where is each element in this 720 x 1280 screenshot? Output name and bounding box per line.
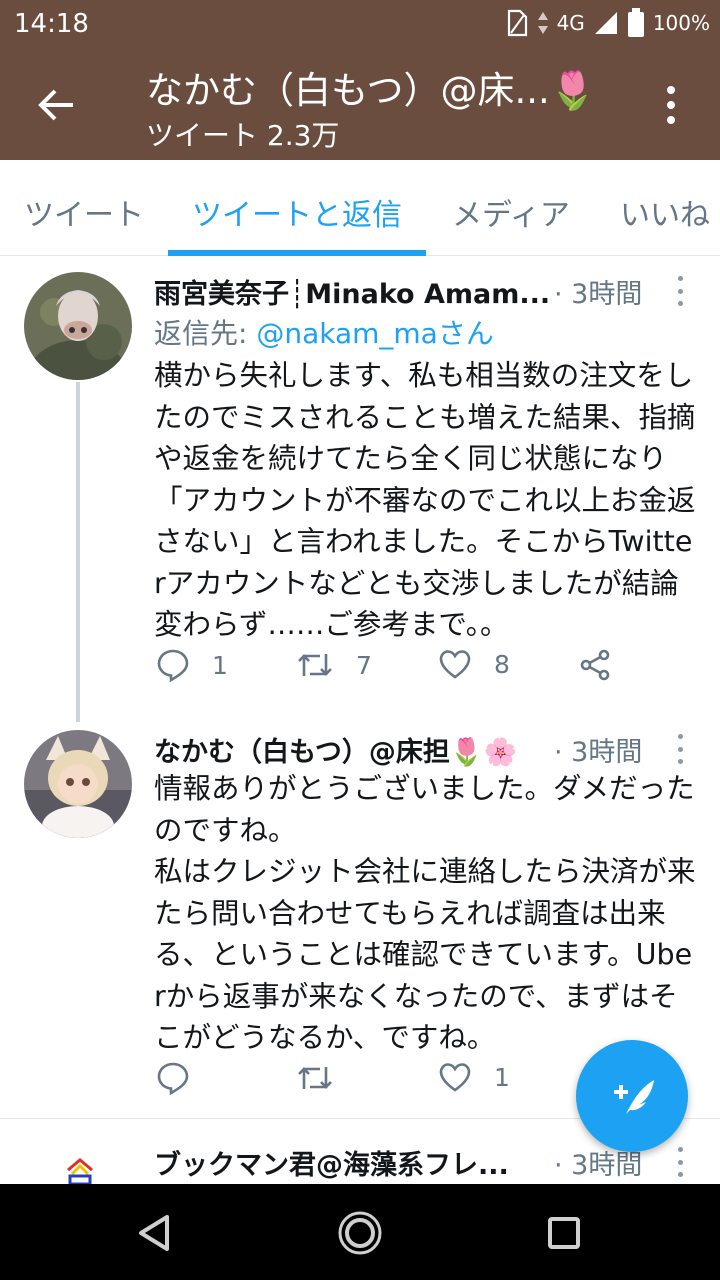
tweet-text: 横から失礼します、私も相当数の注文をしたのでミスされることも増えた結果、指摘や返… — [154, 359, 696, 641]
share-icon — [580, 649, 610, 681]
retweet-button[interactable] — [296, 1061, 356, 1095]
more-vert-icon — [677, 734, 683, 739]
more-vert-icon — [677, 276, 683, 281]
avatar[interactable] — [24, 272, 132, 380]
avatar[interactable] — [24, 730, 132, 838]
tweet-time: · 3時間 — [554, 279, 643, 310]
tweet-menu-button[interactable] — [670, 734, 690, 764]
back-button[interactable] — [28, 80, 84, 130]
nav-recents-icon — [548, 1217, 580, 1249]
tweet-menu-button[interactable] — [670, 1147, 690, 1177]
battery-icon — [627, 8, 644, 37]
tab-media[interactable]: メディア — [452, 190, 570, 234]
status-icons: 4G 100% — [505, 8, 710, 38]
tab-tweets-and-replies[interactable]: ツイートと返信 — [192, 190, 402, 234]
more-vert-icon — [677, 1147, 683, 1152]
like-count: 8 — [494, 649, 510, 679]
signal-icon — [594, 12, 617, 34]
reply-handle-link[interactable]: @nakam_maさん — [256, 317, 494, 350]
compose-icon — [614, 1080, 654, 1114]
reply-icon — [157, 649, 189, 682]
tweet-count: ツイート 2.3万 — [146, 119, 340, 152]
profile-title: なかむ（白もつ）@床...🌷 — [146, 69, 596, 112]
avatar[interactable] — [60, 1156, 100, 1184]
reply-count: 1 — [212, 650, 228, 680]
like-count: 1 — [494, 1062, 510, 1092]
tab-likes[interactable]: いいね — [620, 190, 710, 234]
reply-icon — [157, 1062, 189, 1095]
system-nav-bar — [0, 1184, 720, 1280]
sim-icon — [507, 9, 527, 37]
tweet-author-name[interactable]: ブックマン君@海藻系フレ... — [154, 1143, 509, 1182]
data-arrows-icon — [537, 12, 548, 34]
network-type: 4G — [556, 11, 585, 35]
retweet-count: 7 — [356, 650, 372, 680]
reply-button[interactable] — [156, 1061, 212, 1095]
retweet-icon — [298, 654, 332, 676]
nav-recents-button[interactable] — [539, 1208, 589, 1258]
reply-to-line: 返信先: @nakam_maさん — [154, 317, 494, 350]
status-bar: 14:18 4G 100% — [0, 0, 720, 50]
like-button[interactable]: 8 — [438, 648, 510, 680]
more-vert-icon — [667, 86, 675, 94]
reply-button[interactable]: 1 — [156, 648, 228, 682]
battery-level: 100% — [652, 11, 710, 35]
tweet-text: 情報ありがとうございました。ダメだったのですね。 私はクレジット会社に連絡したら… — [154, 772, 696, 1054]
profile-tabs: ツイート ツイートと返信 メディア いいね — [0, 160, 720, 256]
tab-tweets[interactable]: ツイート — [24, 190, 144, 234]
tweet-time: · 3時間 — [554, 737, 643, 768]
like-icon — [439, 650, 471, 679]
like-button[interactable]: 1 — [438, 1061, 510, 1093]
retweet-button[interactable]: 7 — [296, 648, 372, 682]
retweet-icon — [298, 1067, 332, 1089]
compose-tweet-button[interactable] — [576, 1040, 688, 1152]
thread-connector — [76, 382, 80, 722]
like-icon — [439, 1063, 471, 1092]
status-time: 14:18 — [14, 9, 89, 39]
active-tab-indicator — [168, 250, 426, 256]
nav-back-icon — [139, 1215, 169, 1251]
app-bar: なかむ（白もつ）@床...🌷 ツイート 2.3万 — [0, 50, 720, 160]
tweet-author-name[interactable]: なかむ（白もつ）@床担🌷🌸 — [154, 730, 517, 769]
nav-back-button[interactable] — [130, 1208, 180, 1258]
share-button[interactable] — [578, 648, 612, 682]
nav-home-button[interactable] — [335, 1208, 385, 1258]
nav-home-icon — [338, 1211, 382, 1255]
more-options-button[interactable] — [656, 82, 686, 128]
tweet-menu-button[interactable] — [670, 276, 690, 306]
back-arrow-icon — [38, 89, 73, 121]
tweet-author-name[interactable]: 雨宮美奈子┊Minako Amam... — [154, 272, 550, 311]
